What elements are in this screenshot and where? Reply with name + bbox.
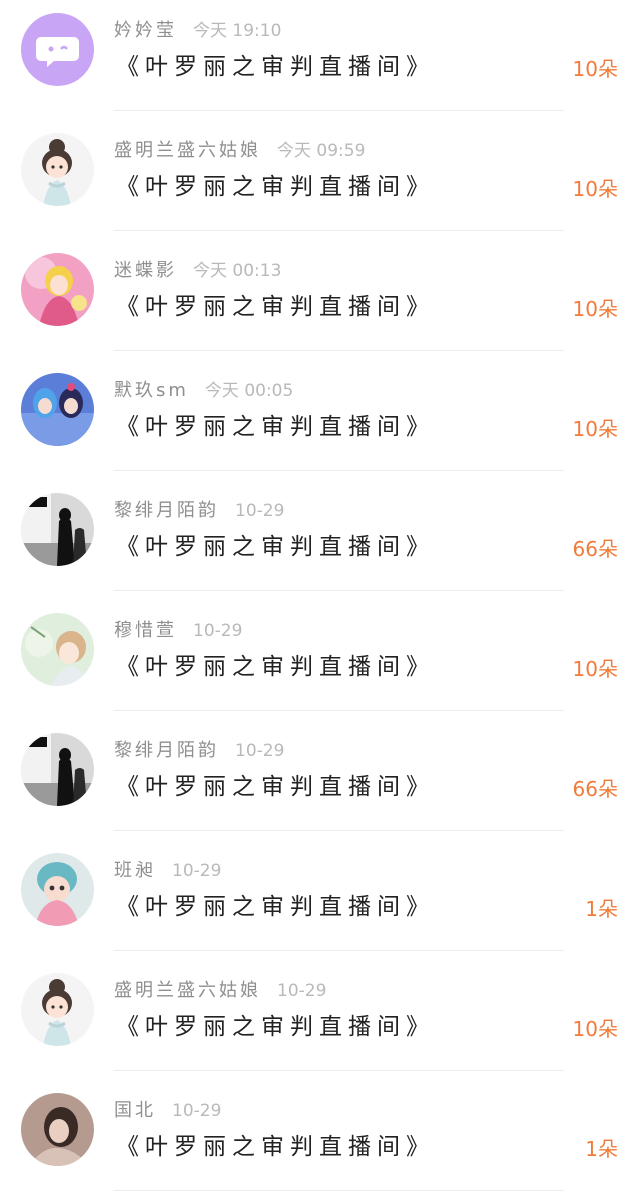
record-meta: 黎绯月陌韵 10-29 (114, 498, 284, 524)
room-title: 《叶罗丽之审判直播间》 (116, 54, 435, 80)
row-divider (114, 590, 564, 591)
sender-name[interactable]: 国北 (114, 1100, 156, 1121)
record-meta: 盛明兰盛六姑娘 今天 09:59 (114, 138, 365, 164)
gift-record-row[interactable]: 班昶 10-29 《叶罗丽之审判直播间》 1朵 (0, 840, 640, 960)
record-time: 今天 00:05 (204, 381, 294, 401)
record-meta: 班昶 10-29 (114, 858, 221, 884)
row-divider (114, 1190, 564, 1191)
sender-name[interactable]: 班昶 (114, 860, 156, 881)
flower-count: 66朵 (572, 537, 618, 561)
record-time: 今天 09:59 (277, 141, 366, 161)
row-divider (114, 110, 564, 111)
record-time: 10-29 (235, 741, 285, 761)
flower-count: 10朵 (572, 657, 618, 681)
gift-record-row[interactable]: 妗妗莹 今天 19:10 《叶罗丽之审判直播间》 10朵 (0, 0, 640, 120)
record-meta: 默玖sm 今天 00:05 (114, 378, 293, 404)
sender-name[interactable]: 妗妗莹 (114, 20, 177, 41)
row-divider (114, 350, 564, 351)
room-title: 《叶罗丽之审判直播间》 (116, 414, 435, 440)
row-divider (114, 710, 564, 711)
gift-record-row[interactable]: 黎绯月陌韵 10-29 《叶罗丽之审判直播间》 66朵 (0, 480, 640, 600)
room-title: 《叶罗丽之审判直播间》 (116, 1134, 435, 1160)
cartoon-girl-avatar-icon[interactable] (21, 133, 94, 206)
room-title: 《叶罗丽之审判直播间》 (116, 654, 435, 680)
flower-count: 66朵 (572, 777, 618, 801)
record-meta: 国北 10-29 (114, 1098, 221, 1124)
record-time: 今天 00:13 (193, 261, 282, 281)
silhouette-avatar-icon[interactable] (21, 733, 94, 806)
row-divider (114, 830, 564, 831)
gift-record-row[interactable]: 国北 10-29 《叶罗丽之审判直播间》 1朵 (0, 1080, 640, 1200)
record-time: 10-29 (172, 861, 222, 881)
room-title: 《叶罗丽之审判直播间》 (116, 534, 435, 560)
room-title: 《叶罗丽之审判直播间》 (116, 774, 435, 800)
row-divider (114, 1070, 564, 1071)
gift-record-row[interactable]: 穆惜萱 10-29 《叶罗丽之审判直播间》 10朵 (0, 600, 640, 720)
room-title: 《叶罗丽之审判直播间》 (116, 894, 435, 920)
sender-name[interactable]: 黎绯月陌韵 (114, 740, 219, 761)
flower-count: 10朵 (572, 57, 618, 81)
silhouette-avatar-icon[interactable] (21, 493, 94, 566)
sender-name[interactable]: 盛明兰盛六姑娘 (114, 980, 261, 1001)
record-meta: 迷蝶影 今天 00:13 (114, 258, 281, 284)
cartoon-girl-avatar-icon[interactable] (21, 973, 94, 1046)
flower-count: 10朵 (572, 1017, 618, 1041)
flower-count: 1朵 (585, 1137, 618, 1161)
flower-count: 10朵 (572, 297, 618, 321)
record-meta: 穆惜萱 10-29 (114, 618, 242, 644)
flower-count: 10朵 (572, 177, 618, 201)
sender-name[interactable]: 盛明兰盛六姑娘 (114, 140, 261, 161)
record-meta: 妗妗莹 今天 19:10 (114, 18, 281, 44)
sender-name[interactable]: 穆惜萱 (114, 620, 177, 641)
doll-pair-avatar-icon[interactable] (21, 373, 94, 446)
record-time: 10-29 (193, 621, 243, 641)
row-divider (114, 230, 564, 231)
gift-record-row[interactable]: 盛明兰盛六姑娘 10-29 《叶罗丽之审判直播间》 10朵 (0, 960, 640, 1080)
photo-portrait-avatar-icon[interactable] (21, 1093, 94, 1166)
room-title: 《叶罗丽之审判直播间》 (116, 174, 435, 200)
record-meta: 黎绯月陌韵 10-29 (114, 738, 284, 764)
gift-record-row[interactable]: 默玖sm 今天 00:05 《叶罗丽之审判直播间》 10朵 (0, 360, 640, 480)
row-divider (114, 470, 564, 471)
record-meta: 盛明兰盛六姑娘 10-29 (114, 978, 326, 1004)
anime-boy-avatar-icon[interactable] (21, 613, 94, 686)
room-title: 《叶罗丽之审判直播间》 (116, 294, 435, 320)
fairy-doll-avatar-icon[interactable] (21, 253, 94, 326)
flower-count: 1朵 (585, 897, 618, 921)
record-time: 10-29 (277, 981, 327, 1001)
record-time: 10-29 (172, 1101, 222, 1121)
chat-bubble-avatar-icon[interactable] (21, 13, 94, 86)
sender-name[interactable]: 黎绯月陌韵 (114, 500, 219, 521)
record-time: 今天 19:10 (193, 21, 282, 41)
gift-record-list: 妗妗莹 今天 19:10 《叶罗丽之审判直播间》 10朵 盛明兰盛六姑娘 今天 09:59… (0, 0, 640, 1191)
sender-name[interactable]: 默玖sm (114, 380, 189, 401)
record-time: 10-29 (235, 501, 285, 521)
room-title: 《叶罗丽之审判直播间》 (116, 1014, 435, 1040)
row-divider (114, 950, 564, 951)
gift-record-row[interactable]: 迷蝶影 今天 00:13 《叶罗丽之审判直播间》 10朵 (0, 240, 640, 360)
doll-child-avatar-icon[interactable] (21, 853, 94, 926)
gift-record-row[interactable]: 黎绯月陌韵 10-29 《叶罗丽之审判直播间》 66朵 (0, 720, 640, 840)
flower-count: 10朵 (572, 417, 618, 441)
gift-record-row[interactable]: 盛明兰盛六姑娘 今天 09:59 《叶罗丽之审判直播间》 10朵 (0, 120, 640, 240)
sender-name[interactable]: 迷蝶影 (114, 260, 177, 281)
